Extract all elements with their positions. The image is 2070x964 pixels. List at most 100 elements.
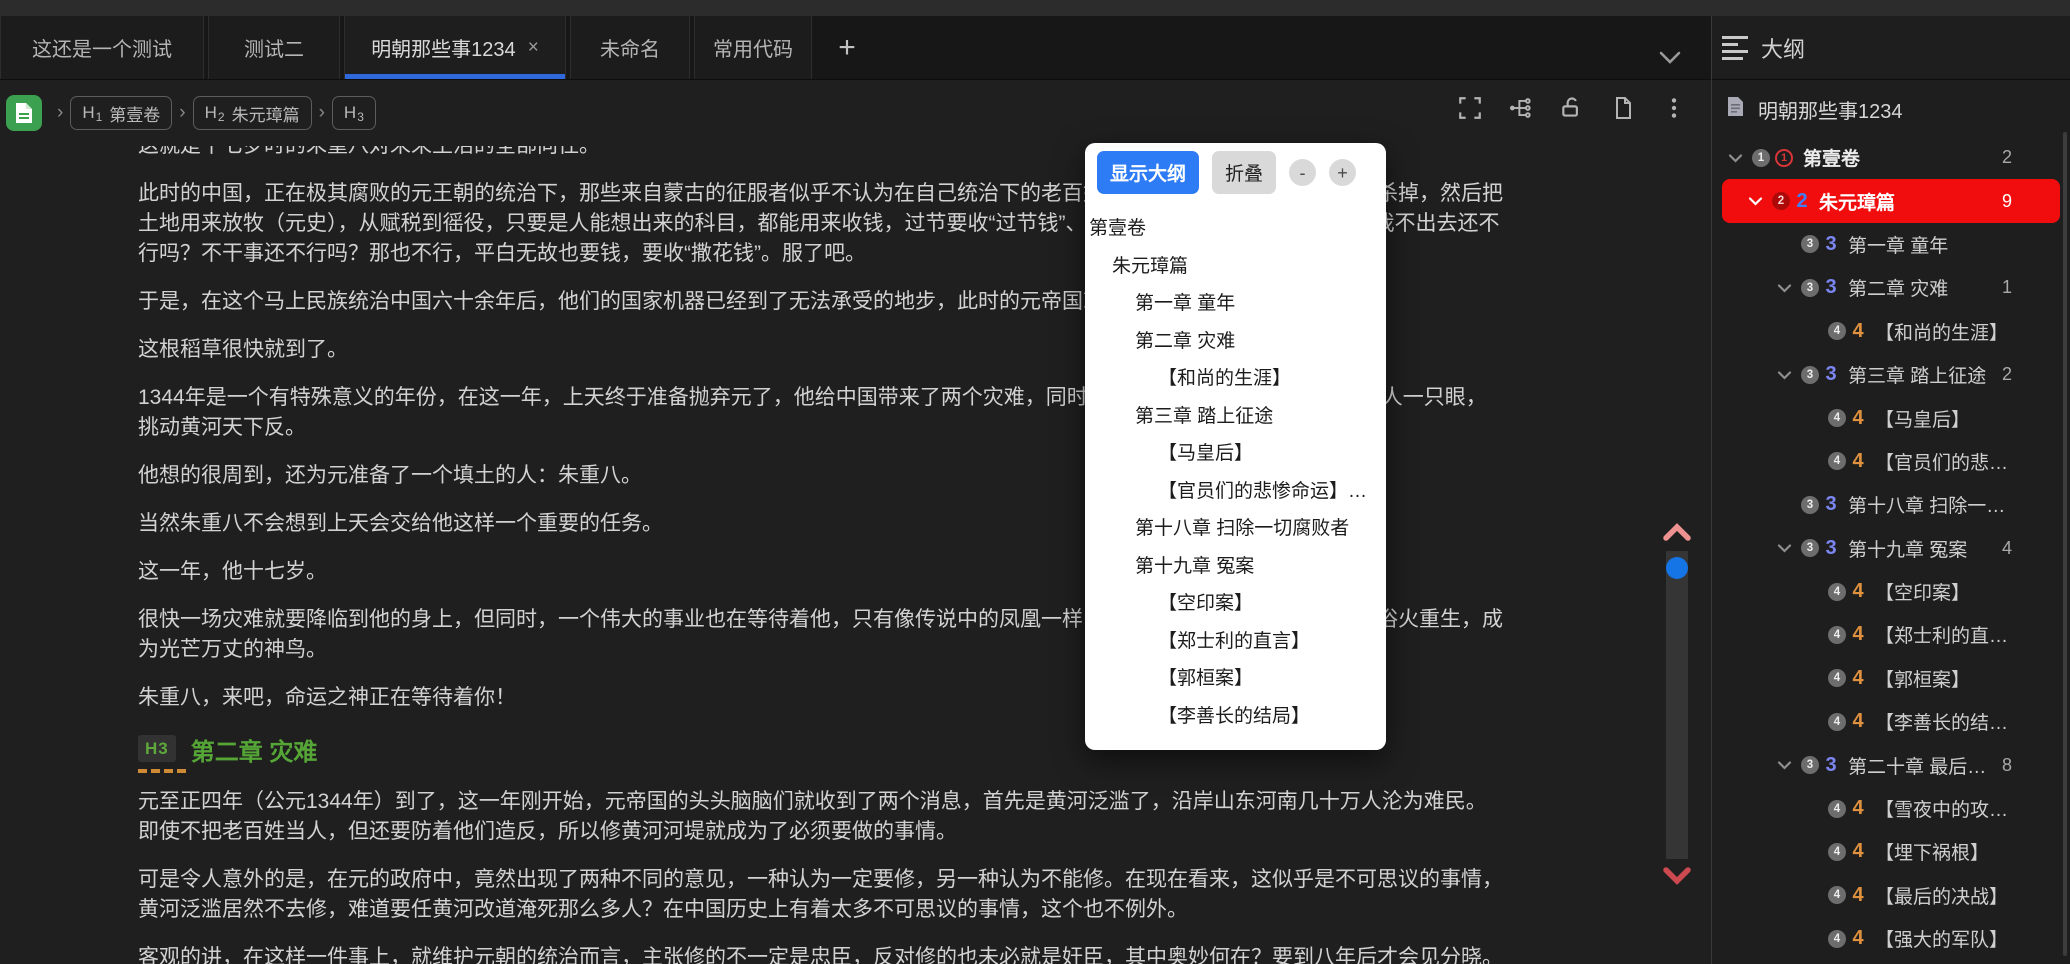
heading-badge-dashes [138, 769, 186, 773]
panel-divider[interactable] [1711, 16, 1712, 964]
outline-tree-item[interactable]: 4 4 【强大的军队】 [1722, 917, 2060, 960]
breadcrumb-item-h3[interactable]: H3 [331, 96, 376, 130]
mindmap-icon[interactable] [1508, 95, 1534, 121]
outline-tree-item[interactable]: 3 3 第一章 童年 [1722, 223, 2060, 266]
tab-3[interactable]: 明朝那些事1234 × [344, 16, 566, 79]
heading-level-circle: 3 [1801, 365, 1819, 384]
tab-1[interactable]: 这还是一个测试 [0, 16, 204, 79]
breadcrumb-item-h1[interactable]: H1 第壹卷 [70, 96, 173, 130]
scroll-down-arrow-icon[interactable] [1661, 863, 1693, 892]
heading-level-circle: 4 [1828, 842, 1846, 861]
paragraph[interactable]: 可是令人意外的是，在元的政府中，竟然出现了两种不同的意见，一种认为一定要修，另一… [138, 865, 1503, 925]
outline-tree-item[interactable]: 4 4 【埋下祸根】 [1722, 830, 2060, 873]
outline-item-label: 第一章 童年 [1848, 235, 1949, 257]
outline-tree-item[interactable]: 2 2 朱元璋篇 9 [1722, 179, 2060, 223]
editor-viewport[interactable]: 这就是十七岁时的朱重八对未来生活的全部向往。此时的中国，正在极其腐败的元王朝的统… [0, 146, 1711, 964]
outline-tree-item[interactable]: 4 4 【官员们的悲惨… [1722, 440, 2060, 483]
level-number: 2 [1796, 189, 1808, 212]
collapse-button[interactable]: 折叠 [1212, 151, 1277, 194]
unlock-icon[interactable] [1559, 95, 1585, 121]
outline-tree-item[interactable]: 1 1 第壹卷 2 [1722, 136, 2060, 179]
outline-item-label: 第二十章 最后… [1848, 756, 1987, 778]
chevron-down-icon[interactable] [1777, 283, 1801, 293]
outline-tree-item[interactable]: 3 3 第二章 灾难 1 [1722, 266, 2060, 309]
sidebar-scrollbar[interactable] [2063, 132, 2067, 956]
zoom-out-button[interactable]: - [1289, 159, 1317, 186]
outline-tree-item[interactable]: 4 4 【李善长的结局】 [1722, 700, 2060, 743]
scrollbar-track[interactable] [1666, 551, 1688, 859]
chevron-right-icon: › [57, 102, 64, 123]
chevron-right-icon: › [179, 102, 186, 123]
outline-item-label: 第壹卷 [1803, 149, 1861, 171]
outline-item-label: 【官员们的悲惨… [1875, 452, 2012, 474]
heading-level-circle: 4 [1828, 582, 1846, 601]
outline-popup-item[interactable]: 【马皇后】 [1085, 433, 1386, 471]
tab-4[interactable]: 未命名 [570, 16, 690, 79]
level-number: 4 [1852, 797, 1864, 820]
outline-tree-item[interactable]: 4 4 【郭桓案】 [1722, 657, 2060, 700]
outline-tree-item[interactable]: 4 4 【马皇后】 [1722, 396, 2060, 439]
outline-popup-item[interactable]: 【郭桓案】 [1085, 658, 1386, 696]
outline-tree-item[interactable]: 4 4 【雪夜中的攻击】 [1722, 787, 2060, 830]
heading-level-circle: 3 [1801, 278, 1819, 297]
level-number: 4 [1852, 840, 1864, 863]
outline-popup-item[interactable]: 【官员们的悲惨命运】… [1085, 471, 1386, 509]
chevron-down-icon[interactable] [1777, 370, 1801, 380]
new-tab-button[interactable]: + [816, 16, 878, 79]
show-outline-button[interactable]: 显示大纲 [1097, 151, 1200, 194]
outline-popup-item[interactable]: 第三章 踏上征途 [1085, 396, 1386, 434]
fullscreen-icon[interactable] [1457, 95, 1483, 121]
close-icon[interactable]: × [528, 38, 539, 57]
editor-area: › H1 第壹卷 › H2 朱元璋篇 › H3 这就是十七岁时的朱重八对未来生活的全部向往。此… [0, 80, 1711, 964]
tab-2[interactable]: 测试二 [208, 16, 340, 79]
child-count-badge: 1 [2001, 277, 2012, 298]
chevron-down-icon[interactable] [1656, 47, 1684, 72]
paragraph[interactable]: 元至正四年（公元1344年）到了，这一年刚开始，元帝国的头头脑脑们就收到了两个消… [138, 787, 1503, 847]
outline-popup-item[interactable]: 第二章 灾难 [1085, 321, 1386, 359]
outline-popup-item[interactable]: 朱元璋篇 [1085, 246, 1386, 284]
outline-popup: 显示大纲 折叠 - + 第壹卷 朱元璋篇 第一章 童年 第二章 灾难 【和尚的生涯】 第三… [1085, 143, 1386, 750]
scrollbar-thumb[interactable] [1666, 557, 1688, 579]
outline-tree-item[interactable]: 3 3 第十八章 扫除一切… [1722, 483, 2060, 526]
outline-item-label: 【郭桓案】 [1875, 669, 1971, 691]
chevron-down-icon[interactable] [1748, 196, 1772, 206]
breadcrumb-item-h2[interactable]: H2 朱元璋篇 [192, 96, 312, 130]
outline-popup-item[interactable]: 第十八章 扫除一切腐败者 [1085, 508, 1386, 546]
outline-popup-item[interactable]: 第壹卷 [1085, 208, 1386, 246]
outline-tree: 1 1 第壹卷 2 2 2 朱元璋篇 9 3 3 第一章 童年 3 3 第二章 灾难 1 4 4 【和尚的生涯】 3… [1712, 136, 2070, 960]
file-icon[interactable] [1610, 95, 1636, 121]
outline-tree-item[interactable]: 4 4 【郑士利的直言】 [1722, 613, 2060, 656]
outline-popup-item[interactable]: 第十九章 冤案 [1085, 546, 1386, 584]
outline-tree-item[interactable]: 4 4 【最后的决战】 [1722, 874, 2060, 917]
child-count-badge: 4 [2001, 537, 2012, 558]
outline-popup-item[interactable]: 【空印案】 [1085, 583, 1386, 621]
outline-popup-item[interactable]: 第一章 童年 [1085, 283, 1386, 321]
file-icon [1727, 96, 1744, 123]
outline-tree-item[interactable]: 3 3 第十九章 冤案 4 [1722, 527, 2060, 570]
outline-panel: 明朝那些事1234 1 1 第壹卷 2 2 2 朱元璋篇 9 3 3 第一章 童年 3 3 第二章 灾难 1… [1712, 80, 2070, 964]
outline-popup-item[interactable]: 【李善长的结局】 [1085, 696, 1386, 734]
outline-tree-item[interactable]: 3 3 第三章 踏上征途 2 [1722, 353, 2060, 396]
tab-5[interactable]: 常用代码 [694, 16, 812, 79]
editor-toolbar [1457, 95, 1687, 121]
chevron-down-icon[interactable] [1777, 760, 1801, 770]
outline-doc-row[interactable]: 明朝那些事1234 [1712, 86, 2070, 132]
more-icon[interactable] [1661, 95, 1687, 121]
level-number: 4 [1852, 319, 1864, 342]
zoom-in-button[interactable]: + [1329, 159, 1357, 186]
chevron-down-icon[interactable] [1777, 543, 1801, 553]
outline-tree-item[interactable]: 4 4 【空印案】 [1722, 570, 2060, 613]
heading-level-circle: 4 [1828, 322, 1846, 341]
outline-tree-item[interactable]: 4 4 【和尚的生涯】 [1722, 310, 2060, 353]
outline-popup-list: 第壹卷 朱元璋篇 第一章 童年 第二章 灾难 【和尚的生涯】 第三章 踏上征途 【马皇后】【… [1085, 208, 1386, 733]
outline-popup-item[interactable]: 【和尚的生涯】 [1085, 358, 1386, 396]
outline-tree-item[interactable]: 3 3 第二十章 最后… 8 [1722, 743, 2060, 786]
scroll-up-arrow-icon[interactable] [1661, 521, 1693, 550]
level-number: 3 [1825, 276, 1837, 299]
outline-popup-item[interactable]: 【郑士利的直言】 [1085, 621, 1386, 659]
document-icon[interactable] [6, 95, 42, 131]
paragraph[interactable]: 客观的讲，在这样一件事上，就维护元朝的统治而言，主张修的不一定是忠臣，反对修的也… [138, 943, 1503, 964]
level-number: 4 [1852, 927, 1864, 950]
chevron-down-icon[interactable] [1728, 153, 1752, 163]
outline-item-label: 【李善长的结局】 [1875, 713, 2012, 735]
